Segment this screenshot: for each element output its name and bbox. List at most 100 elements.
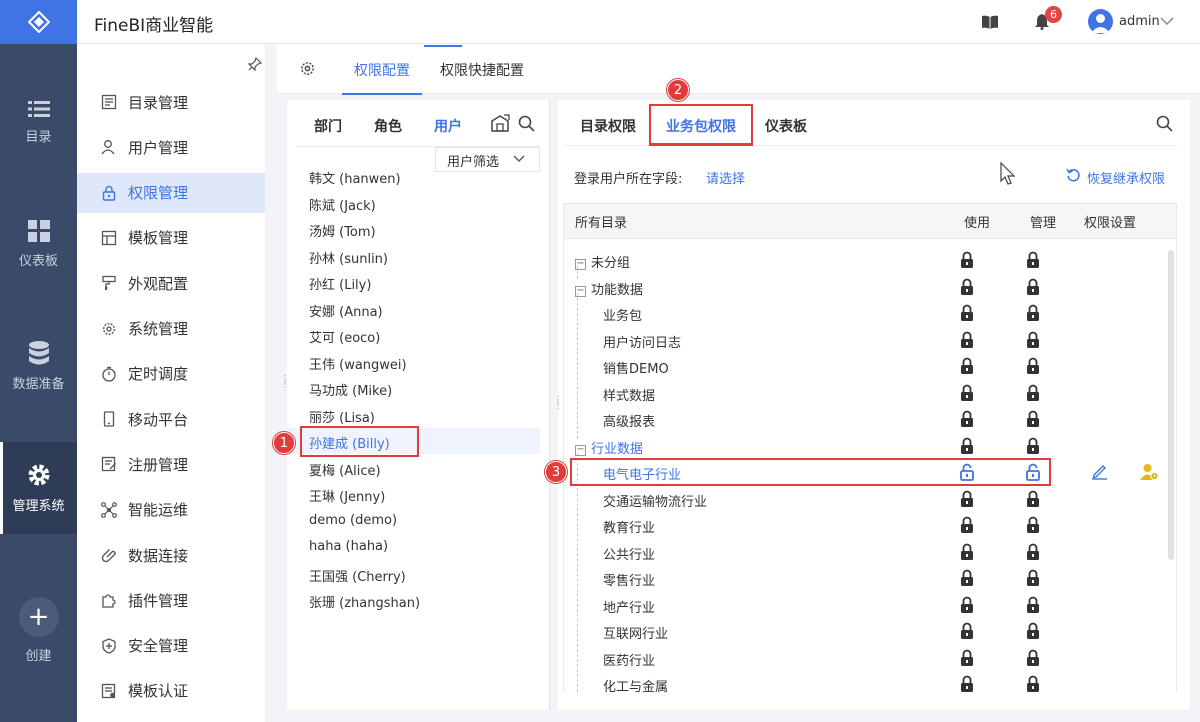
lock-icon[interactable] [960,516,974,534]
sidebar-item-register[interactable]: 注册管理 [77,444,265,484]
lock-icon[interactable] [960,304,974,322]
lock-icon[interactable] [960,490,974,508]
export-package-icon[interactable] [490,114,510,132]
lock-icon[interactable] [960,543,974,561]
tab-role[interactable]: 角色 [374,116,402,136]
user-list-item[interactable]: 王琳 (Jenny) [287,481,540,507]
rail-data-prep[interactable]: 数据准备 [0,320,77,412]
tree-row[interactable]: − 行业数据 [575,433,643,459]
lock-icon[interactable] [1026,357,1040,375]
tab-catalog-permission[interactable]: 目录权限 [580,116,636,136]
tree-row[interactable]: 样式数据 [575,380,655,406]
sidebar-item-brush[interactable]: 外观配置 [77,263,265,303]
lock-icon[interactable] [1026,384,1040,402]
user-list-item[interactable]: 丽莎 (Lisa) [287,402,540,428]
user-list-item[interactable]: 孙林 (sunlin) [287,243,540,269]
lock-icon[interactable] [1026,490,1040,508]
sidebar-item-plugin[interactable]: 插件管理 [77,580,265,620]
tree-row[interactable]: 互联网行业 [575,618,668,644]
sidebar-item-lock[interactable]: 权限管理 [77,172,265,213]
collapse-icon[interactable]: − [575,259,586,270]
tree-row[interactable]: 公共行业 [575,539,655,565]
user-list-item[interactable]: 安娜 (Anna) [287,296,540,322]
tab-permission-quick-config[interactable]: 权限快捷配置 [440,60,524,95]
lock-icon[interactable] [1026,437,1040,455]
collapse-icon[interactable]: − [575,285,586,297]
user-list-item[interactable]: 孙红 (Lily) [287,269,540,295]
rail-admin[interactable]: 管理系统 [0,442,77,534]
lock-icon[interactable] [960,331,974,349]
rail-catalog[interactable]: 目录 [0,76,77,168]
tab-permission-config[interactable]: 权限配置 [342,60,422,95]
lock-icon[interactable] [1026,410,1040,428]
lock-icon[interactable] [1026,331,1040,349]
scrollbar[interactable] [1168,250,1174,560]
rail-dashboard[interactable]: 仪表板 [0,198,77,290]
drag-handle-icon[interactable]: ⋮ ⋮ [280,375,290,390]
tab-user[interactable]: 用户 [434,116,462,136]
user-list-item[interactable]: demo (demo) [287,508,540,534]
restore-icon[interactable] [1066,168,1081,183]
edit-icon[interactable] [1091,463,1108,480]
sidebar-item-link[interactable]: 数据连接 [77,535,265,575]
tree-row[interactable]: 零售行业 [575,565,655,591]
user-list-item[interactable]: 陈斌 (Jack) [287,190,540,216]
lock-icon[interactable] [1026,649,1040,667]
lock-icon[interactable] [960,437,974,455]
tree-row[interactable]: − 未分组 [575,247,630,273]
chevron-down-icon[interactable] [1160,17,1174,26]
lock-icon[interactable] [1026,675,1040,693]
lock-icon[interactable] [960,622,974,640]
settings-gear-icon[interactable] [299,60,316,77]
sidebar-item-user[interactable]: 用户管理 [77,127,265,167]
search-icon[interactable] [518,115,535,132]
user-list-item[interactable]: 王国强 (Cherry) [287,561,540,587]
book-icon[interactable] [982,15,998,29]
tree-row[interactable]: 医药行业 [575,645,655,671]
tree-row[interactable]: 教育行业 [575,512,655,538]
lock-icon[interactable] [1026,569,1040,587]
user-list-item[interactable]: 韩文 (hanwen) [287,163,540,189]
user-list-item[interactable]: 艾可 (eoco) [287,322,540,348]
tree-row[interactable]: 业务包 [575,300,642,326]
user-name[interactable]: admin [1119,14,1160,29]
user-list-item[interactable]: 汤姆 (Tom) [287,216,540,242]
sidebar-item-gear[interactable]: 系统管理 [77,309,265,349]
drag-handle-icon[interactable]: ⋮ ⋮ [553,396,563,411]
lock-icon[interactable] [1026,304,1040,322]
user-permission-icon[interactable] [1140,463,1159,481]
tree-row[interactable]: 交通运输物流行业 [575,486,707,512]
pin-icon[interactable] [248,57,262,71]
lock-icon[interactable] [960,675,974,693]
lock-icon[interactable] [960,596,974,614]
lock-icon[interactable] [960,357,974,375]
lock-icon[interactable] [960,278,974,296]
sidebar-item-cert[interactable]: 模板认证 [77,671,265,711]
lock-icon[interactable] [960,649,974,667]
sidebar-item-template[interactable]: 模板管理 [77,218,265,258]
user-list-item[interactable]: 张珊 (zhangshan) [287,587,540,613]
lock-icon[interactable] [1026,278,1040,296]
lock-icon[interactable] [1026,543,1040,561]
field-select-link[interactable]: 请选择 [706,168,745,187]
tree-row[interactable]: 用户访问日志 [575,327,681,353]
tree-row[interactable]: 化工与金属 [575,671,668,697]
tree-row[interactable]: 高级报表 [575,406,655,432]
lock-icon[interactable] [1026,622,1040,640]
sidebar-item-timer[interactable]: 定时调度 [77,354,265,394]
user-list-item[interactable]: 王伟 (wangwei) [287,349,540,375]
sidebar-item-mobile[interactable]: 移动平台 [77,399,265,439]
tree-row[interactable]: 销售DEMO [575,353,669,379]
app-logo-icon[interactable] [0,0,77,44]
sidebar-item-shield[interactable]: 安全管理 [77,626,265,666]
search-icon[interactable] [1156,115,1173,132]
tree-row[interactable]: 地产行业 [575,592,655,618]
user-list-item[interactable]: 夏梅 (Alice) [287,455,540,481]
user-list-item[interactable]: haha (haha) [287,534,540,560]
lock-icon[interactable] [960,251,974,269]
chevron-down-icon[interactable] [513,155,525,163]
lock-icon[interactable] [960,410,974,428]
restore-inherit-button[interactable]: 恢复继承权限 [1087,168,1165,187]
lock-icon[interactable] [1026,251,1040,269]
avatar[interactable] [1088,9,1113,34]
